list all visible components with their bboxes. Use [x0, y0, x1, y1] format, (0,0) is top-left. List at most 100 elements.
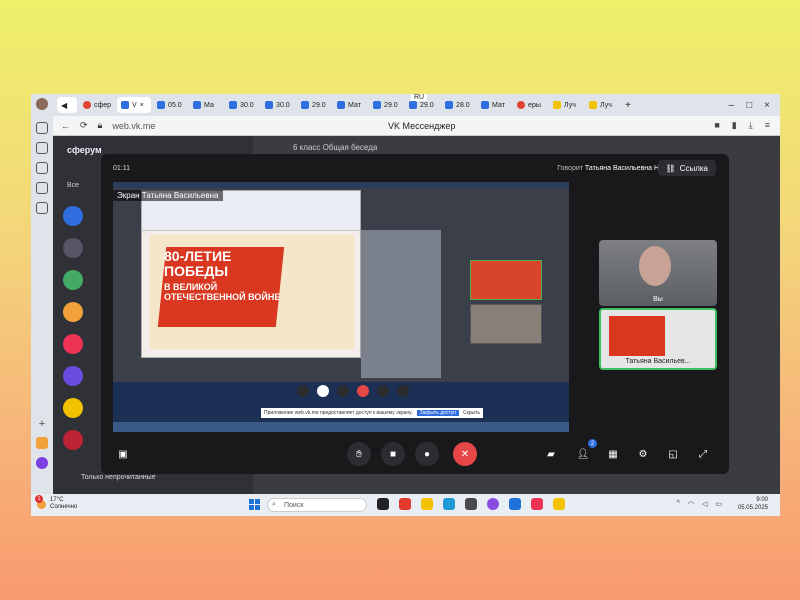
close-icon: ✕ [460, 448, 470, 460]
close-window-icon[interactable]: × [764, 100, 770, 111]
raise-hand-button[interactable]: ✋︎ [347, 442, 371, 466]
explorer-icon[interactable] [421, 498, 433, 510]
tab-1[interactable]: V × [117, 97, 152, 113]
battery-icon[interactable]: ▭ [715, 500, 722, 508]
chat-button[interactable]: ▰ [539, 442, 563, 466]
avatar[interactable] [63, 398, 83, 418]
bookmark-icon[interactable]: ▮ [732, 120, 737, 131]
tab-11[interactable]: Мат [477, 97, 511, 113]
tab-14[interactable]: Луч [585, 97, 619, 113]
screen-share-icon[interactable]: ▣ [111, 442, 135, 466]
language-indicator: RU [411, 94, 428, 101]
settings-button[interactable]: ⚙ [631, 442, 655, 466]
pip-button[interactable]: ◱ [661, 442, 685, 466]
chat-title[interactable]: 6 класс Общая беседа [293, 143, 377, 152]
tab-favicon [337, 101, 346, 109]
tab-12[interactable]: еры [513, 97, 547, 113]
stop-sharing-button[interactable]: Закрыть доступ [416, 410, 459, 416]
messages-icon[interactable] [36, 142, 48, 154]
participant-name: Вы [653, 296, 663, 303]
tab-6[interactable]: 29.0 [297, 97, 331, 113]
menu-icon[interactable]: ≡ [765, 120, 770, 131]
avatar[interactable] [63, 270, 83, 290]
tab-3[interactable]: Ма [189, 97, 223, 113]
hide-button[interactable]: Скрыть [463, 410, 480, 416]
tab-7[interactable]: Мат [333, 97, 367, 113]
store-icon[interactable] [509, 498, 521, 510]
volume-icon[interactable]: ◁ [702, 500, 707, 508]
participants-button[interactable]: 👤︎ 2 [571, 439, 597, 466]
avatar[interactable] [63, 334, 83, 354]
page-title: VK Мессенджер [388, 120, 456, 131]
url-field[interactable]: web.vk.me [112, 121, 155, 131]
avatar[interactable] [63, 206, 83, 226]
avatar[interactable] [63, 366, 83, 386]
tab-8[interactable]: 29.0 [369, 97, 403, 113]
speaker-name: Татьяна Васильевна Н. [584, 165, 661, 172]
grid-layout-button[interactable]: ▦ [601, 442, 625, 466]
mail-icon[interactable] [36, 437, 48, 449]
downloads-icon[interactable] [36, 182, 48, 194]
only-unread-toggle[interactable]: Только непрочитанные [81, 474, 156, 481]
end-call-button[interactable]: ✕ [453, 442, 477, 466]
alice-icon[interactable] [487, 498, 499, 510]
tab-favicon [553, 101, 562, 109]
camera-button[interactable]: ■ [381, 442, 405, 466]
tab-label: Мат [348, 101, 361, 109]
back-icon[interactable]: ← [61, 121, 70, 131]
grid-icon: ▦ [608, 448, 618, 460]
tray-chevron-icon[interactable]: ^ [677, 500, 680, 508]
yandex-browser-icon[interactable] [553, 498, 565, 510]
tab-label: Ма [204, 101, 214, 109]
date: 05.05.2025 [737, 505, 768, 511]
weather-widget[interactable]: 1 17°C Солнечно [35, 494, 77, 511]
taskbar-search[interactable]: ⌕ Поиск [267, 498, 367, 512]
close-icon[interactable]: × [140, 102, 144, 109]
tab-4[interactable]: 30.0 [225, 97, 259, 113]
participant-tile-host[interactable]: Татьяна Васильев... [599, 308, 717, 370]
tab-10[interactable]: 28.0 [441, 97, 475, 113]
clock[interactable]: 9:00 05.05.2025 [738, 496, 768, 512]
refresh-icon[interactable]: ⟳ [80, 120, 88, 131]
shared-control [377, 385, 389, 397]
taskview-icon[interactable] [377, 498, 389, 510]
tab-media[interactable]: ◀ [57, 97, 77, 113]
assistant-icon[interactable] [36, 457, 48, 469]
profile-avatar[interactable] [36, 98, 48, 110]
avatar[interactable] [63, 430, 83, 450]
download-icon[interactable]: ⤓ [749, 120, 753, 131]
microphone-button[interactable]: ● [415, 442, 439, 466]
avatar[interactable] [63, 238, 83, 258]
share-label: Экран Татьяна Васильевна [113, 190, 223, 201]
screen-share-view[interactable]: 80-ЛЕТИЕ ПОБЕДЫ В ВЕЛИКОЙ ОТЕЧЕСТВЕННОЙ … [113, 182, 569, 432]
link-button[interactable]: ⛓ Ссылка [657, 160, 716, 176]
wifi-icon[interactable]: ◠ [688, 500, 694, 508]
tab-13[interactable]: Луч [549, 97, 583, 113]
yandex-icon[interactable] [399, 498, 411, 510]
shared-control [317, 385, 329, 397]
collections-icon[interactable] [36, 162, 48, 174]
alice-icon[interactable] [36, 122, 48, 134]
call-timer: 01:11 [113, 165, 130, 172]
start-button[interactable] [249, 499, 261, 511]
tab-0[interactable]: сфер [79, 97, 115, 113]
minimize-icon[interactable]: – [729, 100, 735, 111]
shared-taskbar [113, 422, 569, 432]
participant-tile-self[interactable]: Вы [599, 240, 717, 306]
edge-icon[interactable] [443, 498, 455, 510]
tab-5[interactable]: 30.0 [261, 97, 295, 113]
windows-taskbar: 1 17°C Солнечно ⌕ Поиск ^ ◠ ◁ ▭ 9:00 05.… [31, 494, 780, 516]
maximize-icon[interactable]: □ [746, 100, 752, 111]
browser-icon[interactable] [531, 498, 543, 510]
slide-text: 80-ЛЕТИЕ ПОБЕДЫ В ВЕЛИКОЙ ОТЕЧЕСТВЕННОЙ … [164, 249, 284, 303]
tab-2[interactable]: 05.0 [153, 97, 187, 113]
new-tab-button[interactable]: + [621, 97, 635, 113]
avatar[interactable] [63, 302, 83, 322]
app-icon[interactable] [465, 498, 477, 510]
history-icon[interactable] [36, 202, 48, 214]
fullscreen-button[interactable]: ⤢ [691, 442, 715, 466]
add-panel-icon[interactable]: + [36, 419, 48, 431]
filter-all[interactable]: Все [67, 182, 79, 189]
camera-icon[interactable]: ■ [714, 120, 719, 131]
speaker-prefix: Говорит [557, 165, 583, 172]
